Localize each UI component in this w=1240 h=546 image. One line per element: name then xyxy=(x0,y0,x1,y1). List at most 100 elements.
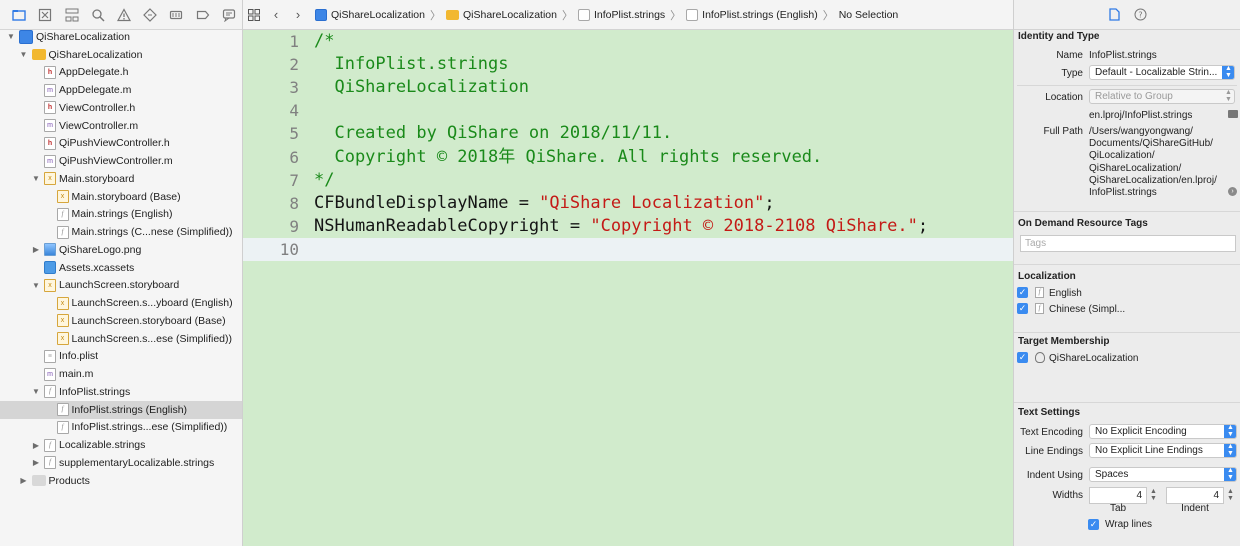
navigator-item[interactable]: m AppDelegate.m xyxy=(0,81,242,99)
navigator-item-label: QiPushViewController.m xyxy=(59,155,173,168)
navigator-item-label: Localizable.strings xyxy=(59,439,146,452)
tags-field[interactable]: Tags xyxy=(1020,235,1236,252)
navigator-item[interactable]: h ViewController.h xyxy=(0,99,242,117)
target-title: Target Membership xyxy=(1018,336,1110,347)
navigator-item[interactable]: ≡ Info.plist xyxy=(0,348,242,366)
hierarchy-icon[interactable] xyxy=(58,4,84,26)
location-popup[interactable]: Relative to Group ▲ ▼ xyxy=(1089,89,1235,104)
quick-help-icon[interactable]: ? xyxy=(1127,4,1153,26)
forward-arrow-icon[interactable]: › xyxy=(287,4,309,26)
wrap-lines-checkbox[interactable]: ✓ xyxy=(1088,519,1099,530)
navigator-item[interactable]: f Main.strings (C...nese (Simplified)) xyxy=(0,223,242,241)
code-line[interactable]: 9 NSHumanReadableCopyright = "Copyright ©… xyxy=(243,215,1013,238)
code-line[interactable]: 1 /* xyxy=(243,30,1013,53)
disclosure-triangle-icon[interactable]: ▶ xyxy=(19,476,29,486)
navigator-item[interactable]: m QiPushViewController.m xyxy=(0,152,242,170)
navigator-item[interactable]: x LaunchScreen.s...ese (Simplified)) xyxy=(0,330,242,348)
full-path-line: InfoPlist.strings xyxy=(1089,187,1157,199)
debug-icon[interactable] xyxy=(163,4,189,26)
localization-checkbox[interactable]: ✓ xyxy=(1017,287,1028,298)
breadcrumb-item[interactable]: InfoPlist.strings (English) xyxy=(686,8,818,21)
breadcrumb-item[interactable]: InfoPlist.strings xyxy=(577,8,665,21)
indent-width-field[interactable]: 4 xyxy=(1166,487,1224,504)
navigator-item[interactable]: ▼ f InfoPlist.strings xyxy=(0,383,242,401)
disclosure-triangle-icon[interactable]: ▼ xyxy=(19,50,29,60)
code-line[interactable]: 6 Copyright © 2018年 QiShare. All rights … xyxy=(243,146,1013,169)
target-checkbox[interactable]: ✓ xyxy=(1017,352,1028,363)
navigator-item[interactable]: ▼ x Main.storyboard xyxy=(0,170,242,188)
navigator-item[interactable]: ▼ QiShareLocalization xyxy=(0,46,242,64)
name-value[interactable]: InfoPlist.strings xyxy=(1089,50,1157,61)
navigator-item[interactable]: h AppDelegate.h xyxy=(0,64,242,82)
tab-width-field[interactable]: 4 xyxy=(1089,487,1147,504)
disclosure-triangle-icon[interactable]: ▼ xyxy=(31,174,41,184)
reveal-arrow-icon[interactable]: › xyxy=(1228,187,1237,196)
navigator-item[interactable]: ▶ QiShareLogo.png xyxy=(0,241,242,259)
navigator-item[interactable]: m ViewController.m xyxy=(0,117,242,135)
folder-icon[interactable] xyxy=(1228,110,1238,118)
navigator-item[interactable]: h QiPushViewController.h xyxy=(0,135,242,153)
code-line[interactable]: 7 */ xyxy=(243,169,1013,192)
navigator-item[interactable]: x LaunchScreen.storyboard (Base) xyxy=(0,312,242,330)
test-icon[interactable] xyxy=(137,4,163,26)
line-endings-popup[interactable]: No Explicit Line Endings ▲ ▼ xyxy=(1089,443,1237,458)
file-inspector-icon[interactable] xyxy=(1101,4,1127,26)
localization-checkbox[interactable]: ✓ xyxy=(1017,303,1028,314)
grid-icon[interactable] xyxy=(243,4,265,26)
type-popup-value: Default - Localizable Strin... xyxy=(1095,67,1218,78)
disclosure-triangle-icon[interactable]: ▼ xyxy=(31,387,41,397)
disclosure-triangle-icon[interactable]: ▶ xyxy=(31,245,41,255)
navigator-item[interactable]: m main.m xyxy=(0,365,242,383)
breadcrumb-item[interactable]: QiShareLocalization xyxy=(315,8,425,21)
navigator-item[interactable]: f InfoPlist.strings...ese (Simplified)) xyxy=(0,419,242,437)
indent-using-popup[interactable]: Spaces ▲ ▼ xyxy=(1089,467,1237,482)
breakpoint-icon[interactable] xyxy=(190,4,216,26)
navigator-item[interactable]: x LaunchScreen.s...yboard (English) xyxy=(0,294,242,312)
tab-width-stepper[interactable]: ▲ ▼ xyxy=(1149,488,1158,503)
disclosure-triangle-icon[interactable]: ▶ xyxy=(31,458,41,468)
code-line[interactable]: 4 xyxy=(243,99,1013,122)
source-control-icon[interactable] xyxy=(32,4,58,26)
navigator-item[interactable]: ▼ x LaunchScreen.storyboard xyxy=(0,277,242,295)
search-icon[interactable] xyxy=(85,4,111,26)
popup-arrows-icon: ▲ ▼ xyxy=(1224,444,1236,457)
code-line[interactable]: 2 InfoPlist.strings xyxy=(243,53,1013,76)
navigator-item[interactable]: ▶ f Localizable.strings xyxy=(0,436,242,454)
disclosure-triangle-icon[interactable]: ▶ xyxy=(31,440,41,450)
navigator-item[interactable]: f Main.strings (English) xyxy=(0,206,242,224)
indent-width-stepper[interactable]: ▲ ▼ xyxy=(1226,488,1235,503)
on-demand-section xyxy=(1014,211,1240,212)
code-line[interactable]: 3 QiShareLocalization xyxy=(243,76,1013,99)
breadcrumb-label: QiShareLocalization xyxy=(462,8,557,21)
navigator-item[interactable]: ▶ Products xyxy=(0,472,242,490)
code-line[interactable]: 10 xyxy=(243,237,1013,261)
code-line[interactable]: 8 CFBundleDisplayName = "QiShare Localiza… xyxy=(243,192,1013,215)
disclosure-triangle-icon[interactable]: ▼ xyxy=(31,280,41,290)
navigator-item[interactable]: ▼ QiShareLocalization xyxy=(0,28,242,46)
navigator-item[interactable]: x Main.storyboard (Base) xyxy=(0,188,242,206)
report-icon[interactable] xyxy=(216,4,242,26)
folder-icon[interactable] xyxy=(6,4,32,26)
navigator-item[interactable]: Assets.xcassets xyxy=(0,259,242,277)
navigator-item[interactable]: ▶ f supplementaryLocalizable.strings xyxy=(0,454,242,472)
disclosure-triangle-icon[interactable]: ▼ xyxy=(6,32,16,42)
indent-using-label: Indent Using xyxy=(1026,470,1083,481)
string-literal: "Copyright © 2018-2108 QiShare." xyxy=(590,215,918,236)
code-text: QiShareLocalization xyxy=(314,76,528,99)
code-line[interactable]: 5 Created by QiShare on 2018/11/11. xyxy=(243,122,1013,145)
type-popup[interactable]: Default - Localizable Strin... ▲ ▼ xyxy=(1089,65,1235,80)
chevron-right-icon: 〉 xyxy=(822,9,834,22)
strings-file-icon xyxy=(686,8,699,21)
breadcrumb-item[interactable]: No Selection xyxy=(839,9,899,21)
warning-icon[interactable] xyxy=(111,4,137,26)
source-editor[interactable]: 1/* 2 InfoPlist.strings 3 QiShareLocalizat… xyxy=(243,30,1013,546)
breadcrumb-item[interactable]: QiShareLocalization xyxy=(445,8,557,21)
text-settings-title: Text Settings xyxy=(1018,407,1081,418)
text-encoding-popup[interactable]: No Explicit Encoding ▲ ▼ xyxy=(1089,424,1237,439)
navigator-item[interactable]: f InfoPlist.strings (English) xyxy=(0,400,242,419)
back-arrow-icon[interactable]: ‹ xyxy=(265,4,287,26)
